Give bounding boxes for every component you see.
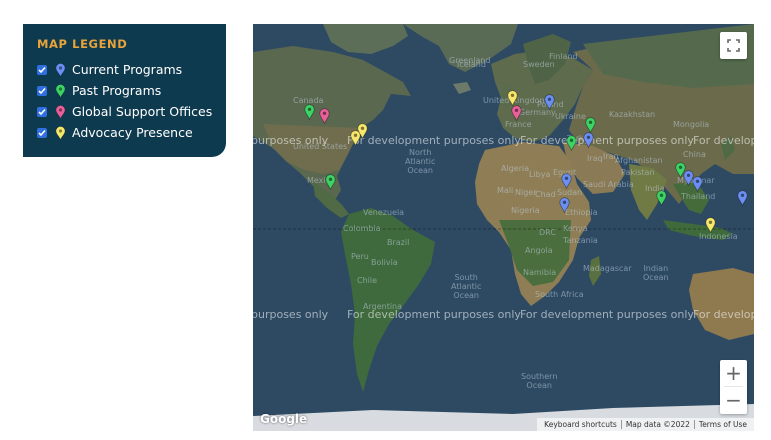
- watermark-text: For development purposes only: [520, 308, 694, 321]
- label-brazil: Brazil: [387, 238, 410, 247]
- legend-checkbox[interactable]: [37, 127, 47, 138]
- label-pakistan: Pakistan: [621, 168, 655, 177]
- map-marker-pink[interactable]: [319, 108, 330, 124]
- label-chile: Chile: [357, 276, 378, 285]
- watermark-text: purposes only: [253, 308, 329, 321]
- label-peru: Peru: [351, 252, 369, 261]
- map-marker-pink[interactable]: [511, 105, 522, 121]
- label-south-africa: South Africa: [535, 290, 584, 299]
- pink-pin-icon: [55, 104, 66, 119]
- legend-item-label: Current Programs: [72, 62, 183, 77]
- legend-item-past-programs[interactable]: Past Programs: [37, 80, 212, 101]
- checkmark-icon: [38, 129, 46, 136]
- label-iceland: Iceland: [457, 60, 486, 69]
- watermark-text: For developmen: [693, 308, 754, 321]
- label-drc: DRC: [539, 228, 556, 237]
- green-pin-icon: [55, 83, 66, 98]
- legend-item-label: Past Programs: [72, 83, 162, 98]
- label-north-atlantic: North Atlantic Ocean: [405, 148, 436, 175]
- label-france: France: [505, 120, 532, 129]
- map-marker-blue[interactable]: [559, 197, 570, 213]
- legend-checkbox[interactable]: [37, 85, 47, 96]
- zoom-out-button[interactable]: −: [720, 387, 747, 413]
- label-finland: Finland: [549, 52, 578, 61]
- legend-checkbox[interactable]: [37, 64, 47, 75]
- watermark-text: For developmen: [693, 134, 754, 147]
- fullscreen-button[interactable]: [720, 32, 747, 59]
- label-sweden: Sweden: [523, 60, 555, 69]
- blue-pin-icon: [55, 62, 66, 77]
- label-kenya: Kenya: [563, 224, 588, 233]
- label-southern-ocean: Southern Ocean: [521, 372, 558, 390]
- legend-item-global-support-offices[interactable]: Global Support Offices: [37, 101, 212, 122]
- label-bolivia: Bolivia: [371, 258, 398, 267]
- map-marker-green[interactable]: [566, 135, 577, 151]
- map-base-layer: [253, 24, 754, 431]
- label-namibia: Namibia: [523, 268, 557, 277]
- zoom-in-button[interactable]: +: [720, 360, 747, 386]
- map-marker-green[interactable]: [304, 104, 315, 120]
- watermark-text: purposes only: [253, 134, 329, 147]
- map-marker-yellow[interactable]: [357, 123, 368, 139]
- map-marker-blue[interactable]: [583, 132, 594, 148]
- map-marker-blue[interactable]: [692, 176, 703, 192]
- label-colombia: Colombia: [343, 224, 381, 233]
- label-ukraine: Ukraine: [555, 112, 586, 121]
- label-china: China: [683, 150, 706, 159]
- fullscreen-icon: [727, 39, 740, 52]
- map-marker-yellow[interactable]: [507, 90, 518, 106]
- checkmark-icon: [38, 108, 46, 115]
- label-algeria: Algeria: [501, 164, 530, 173]
- map-marker-blue[interactable]: [544, 94, 555, 110]
- watermark-text: For development purposes only: [347, 134, 521, 147]
- legend-checkbox[interactable]: [37, 106, 47, 117]
- label-indonesia: Indonesia: [699, 232, 738, 241]
- legend-item-current-programs[interactable]: Current Programs: [37, 59, 212, 80]
- label-angola: Angola: [525, 246, 553, 255]
- map-marker-blue[interactable]: [561, 173, 572, 189]
- label-south-atlantic: South Atlantic Ocean: [451, 273, 482, 300]
- label-indian-ocean: Indian Ocean: [643, 264, 669, 282]
- map-marker-green[interactable]: [325, 174, 336, 190]
- keyboard-shortcuts-link[interactable]: Keyboard shortcuts: [540, 420, 621, 429]
- map-marker-yellow[interactable]: [705, 217, 716, 233]
- label-mongolia: Mongolia: [673, 120, 710, 129]
- map-attribution: Keyboard shortcuts Map data ©2022 Terms …: [537, 418, 754, 431]
- label-niger: Niger: [515, 188, 537, 197]
- label-venezuela: Venezuela: [363, 208, 405, 217]
- map-data-label: Map data ©2022: [625, 420, 690, 429]
- label-iraq: Iraq: [587, 154, 603, 163]
- watermark-text: For development purposes only: [347, 308, 521, 321]
- label-libya: Libya: [529, 170, 551, 179]
- label-tanzania: Tanzania: [563, 236, 598, 245]
- label-sudan: Sudan: [557, 188, 583, 197]
- checkmark-icon: [38, 87, 46, 94]
- label-chad: Chad: [535, 190, 556, 199]
- label-thailand: Thailand: [681, 192, 716, 201]
- terms-of-use-link[interactable]: Terms of Use: [695, 420, 751, 429]
- map-legend: MAP LEGEND Current Programs Past Programs…: [23, 24, 226, 157]
- google-logo[interactable]: Google: [260, 412, 307, 426]
- world-map[interactable]: North Atlantic Ocean South Atlantic Ocea…: [253, 24, 754, 431]
- yellow-pin-icon: [55, 125, 66, 140]
- legend-item-label: Advocacy Presence: [72, 125, 193, 140]
- map-marker-blue[interactable]: [737, 190, 748, 206]
- checkmark-icon: [38, 66, 46, 73]
- label-kazakhstan: Kazakhstan: [609, 110, 656, 119]
- label-madagascar: Madagascar: [583, 264, 632, 273]
- legend-item-advocacy-presence[interactable]: Advocacy Presence: [37, 122, 212, 143]
- label-afghanistan: Afghanistan: [615, 156, 663, 165]
- label-nigeria: Nigeria: [511, 206, 540, 215]
- legend-title: MAP LEGEND: [37, 37, 128, 51]
- zoom-control: + −: [720, 360, 747, 414]
- map-marker-green[interactable]: [656, 190, 667, 206]
- label-saudi-arabia: Saudi Arabia: [583, 180, 634, 189]
- label-mali: Mali: [497, 186, 514, 195]
- map-marker-green[interactable]: [585, 117, 596, 133]
- legend-item-label: Global Support Offices: [72, 104, 213, 119]
- watermark-text: For development purposes only: [520, 134, 694, 147]
